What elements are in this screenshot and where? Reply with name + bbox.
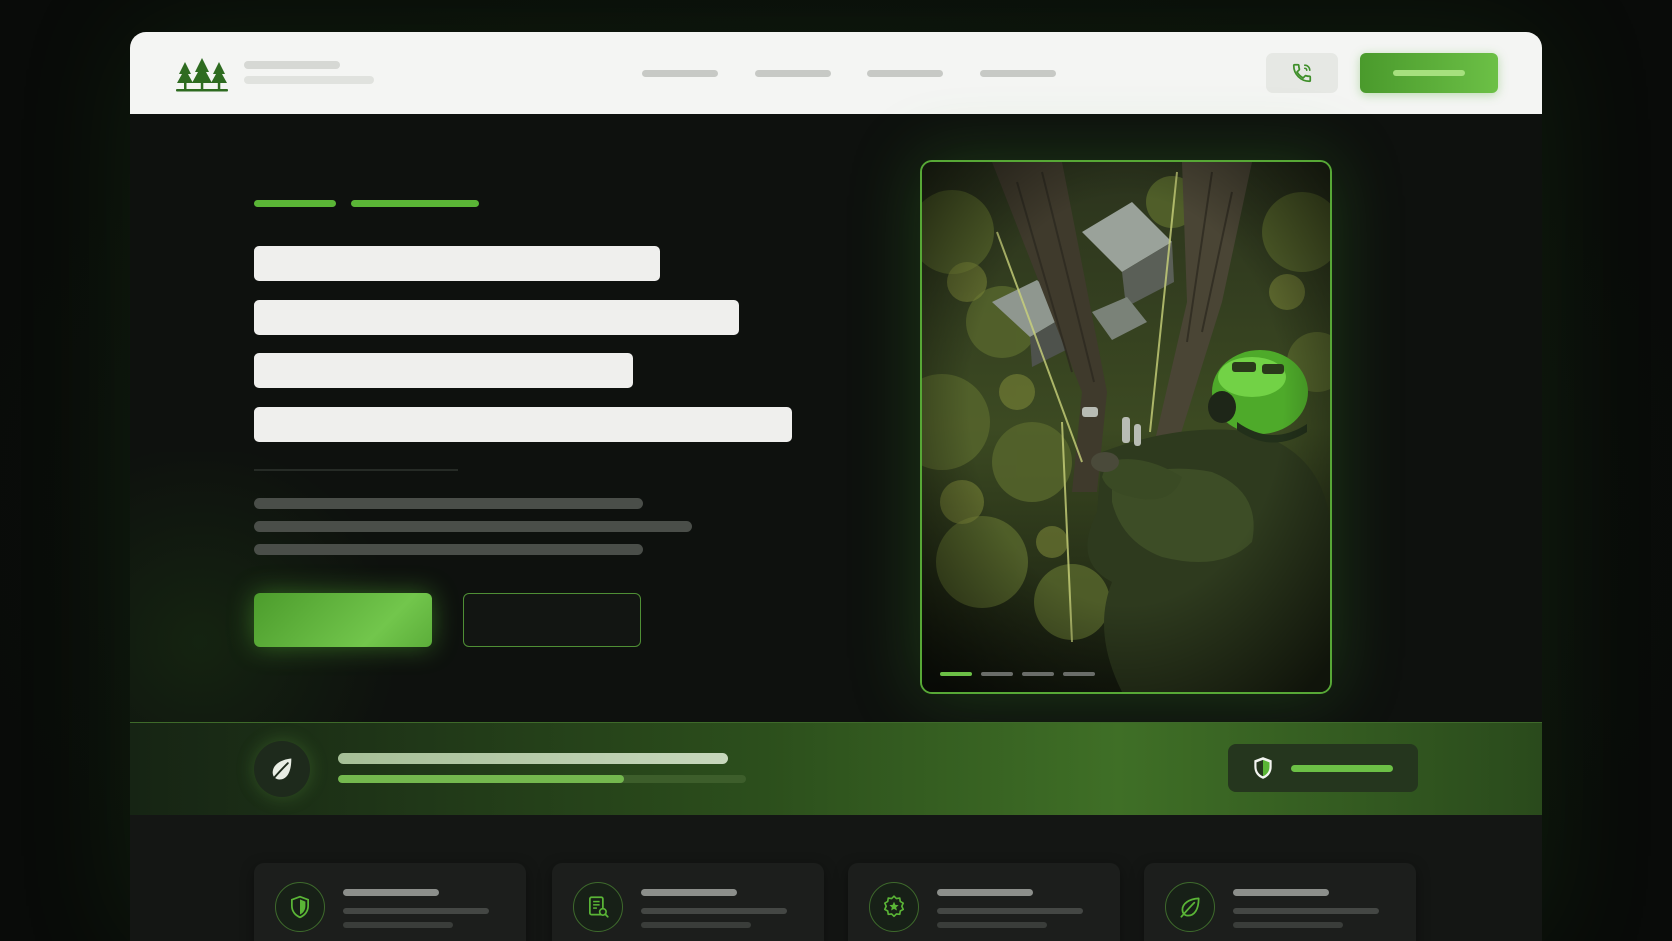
hero-description-placeholder bbox=[254, 498, 643, 509]
hero-primary-button[interactable] bbox=[254, 593, 432, 647]
feature-title-placeholder bbox=[937, 889, 1033, 896]
carousel-dot[interactable] bbox=[981, 672, 1013, 676]
feature-text-placeholder bbox=[641, 908, 787, 914]
nav-link-4[interactable] bbox=[980, 70, 1056, 77]
trust-strip-pill[interactable] bbox=[1228, 744, 1418, 792]
feature-text-placeholder bbox=[937, 922, 1047, 928]
trust-strip-pill-label-placeholder bbox=[1291, 765, 1393, 772]
hero-headline-placeholder bbox=[254, 300, 739, 335]
hero-headline-placeholder bbox=[254, 407, 792, 442]
phone-button[interactable] bbox=[1266, 53, 1338, 93]
carousel-indicators bbox=[940, 672, 1095, 676]
feature-icon-badge bbox=[1165, 882, 1215, 932]
feature-title-placeholder bbox=[343, 889, 439, 896]
leaf-badge bbox=[254, 741, 310, 797]
feature-card[interactable] bbox=[848, 863, 1120, 941]
feature-icon-badge bbox=[869, 882, 919, 932]
hero-description-placeholder bbox=[254, 544, 643, 555]
feature-title-placeholder bbox=[1233, 889, 1329, 896]
feature-card[interactable] bbox=[552, 863, 824, 941]
trust-strip-progress-fill bbox=[338, 775, 624, 783]
cta-button-label-placeholder bbox=[1393, 70, 1465, 76]
feature-card[interactable] bbox=[1144, 863, 1416, 941]
feature-text-placeholder bbox=[1233, 908, 1379, 914]
hero-divider bbox=[254, 469, 458, 471]
hero-secondary-button[interactable] bbox=[463, 593, 641, 647]
shield-icon bbox=[291, 895, 309, 919]
navbar bbox=[130, 32, 1542, 114]
leaf-icon bbox=[1180, 897, 1200, 918]
feature-icon-badge bbox=[573, 882, 623, 932]
arborist-climbing-tree-photo bbox=[922, 162, 1330, 692]
leaf-icon bbox=[271, 758, 292, 781]
hero-headline-placeholder bbox=[254, 246, 660, 281]
hero-description-placeholder bbox=[254, 521, 692, 532]
trust-strip-title-placeholder bbox=[338, 753, 728, 764]
trust-strip bbox=[130, 722, 1542, 816]
browser-window bbox=[130, 32, 1542, 941]
feature-title-placeholder bbox=[641, 889, 737, 896]
hero-kicker-placeholder bbox=[351, 200, 479, 207]
feature-text-placeholder bbox=[343, 908, 489, 914]
feature-icon-badge bbox=[275, 882, 325, 932]
hero-image-card[interactable] bbox=[920, 160, 1332, 694]
nav-link-2[interactable] bbox=[755, 70, 831, 77]
phone-icon bbox=[1292, 63, 1312, 83]
pine-trees-icon[interactable] bbox=[176, 56, 228, 94]
feature-text-placeholder bbox=[343, 922, 453, 928]
brand-tagline-placeholder bbox=[244, 76, 374, 84]
brand-name-placeholder bbox=[244, 61, 340, 69]
trust-strip-progress bbox=[338, 775, 746, 783]
carousel-dot[interactable] bbox=[1022, 672, 1054, 676]
shield-icon bbox=[1254, 757, 1272, 779]
carousel-dot[interactable] bbox=[1063, 672, 1095, 676]
cta-button[interactable] bbox=[1360, 53, 1498, 93]
nav-link-1[interactable] bbox=[642, 70, 718, 77]
star-badge-icon bbox=[883, 895, 905, 918]
feature-card[interactable] bbox=[254, 863, 526, 941]
feature-text-placeholder bbox=[641, 922, 751, 928]
carousel-dot[interactable] bbox=[940, 672, 972, 676]
hero-kicker-placeholder bbox=[254, 200, 336, 207]
nav-link-3[interactable] bbox=[867, 70, 943, 77]
feature-text-placeholder bbox=[937, 908, 1083, 914]
feature-text-placeholder bbox=[1233, 922, 1343, 928]
hero-headline-placeholder bbox=[254, 353, 633, 388]
certificate-icon bbox=[589, 896, 609, 918]
features-section bbox=[130, 815, 1542, 941]
